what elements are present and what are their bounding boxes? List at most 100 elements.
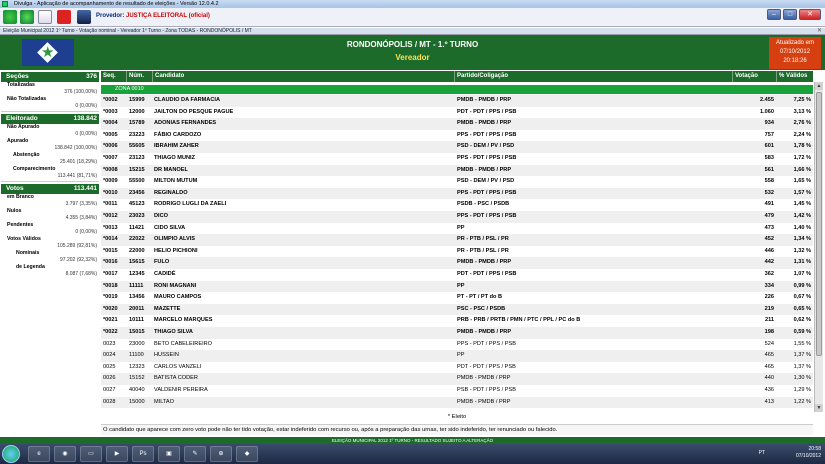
cell-seq: *0008: [103, 166, 118, 173]
cell-num: 15615: [129, 259, 145, 266]
table-row[interactable]: *0022 15015 THIAGO SILVA PMDB - PMDB / PRP 1…: [101, 327, 813, 339]
col-header-votacao[interactable]: Votação: [733, 71, 777, 82]
back-icon[interactable]: [3, 10, 17, 24]
cell-seq: 0026: [103, 375, 116, 382]
cell-candidato: VALDENIR PEREIRA: [154, 387, 208, 393]
nao-totalizadas-value: 0 (0,00%): [75, 103, 97, 109]
cell-candidato: RODRIGO LUGLI DA ZAELI: [154, 201, 227, 208]
table-row[interactable]: 0023 23000 BETO CABELEIREIRO PPS - PDT / PP…: [101, 338, 813, 351]
cell-votacao: 2.455: [760, 97, 774, 103]
totalizadas-label: Totalizadas: [7, 82, 35, 88]
table-row[interactable]: *0006 55605 IBRAHIM ZAHER PSD - DEM / PV / …: [101, 141, 813, 153]
pdf-icon[interactable]: [57, 10, 71, 24]
table-row[interactable]: *0005 23223 FÁBIO CARDOZO PPS - PDT / PPS /…: [101, 129, 813, 142]
elected-legend: * Eleito: [101, 412, 813, 422]
scroll-down-icon[interactable]: ▼: [815, 404, 823, 412]
table-row[interactable]: *0015 22000 HELIO PICHIONI PR - PTB / PSL /…: [101, 245, 813, 258]
table-row[interactable]: 0027 40040 VALDENIR PEREIRA PSB - PDT / PPS…: [101, 385, 813, 397]
cell-pct: 1,72 %: [793, 155, 811, 161]
cell-num: 13456: [129, 294, 145, 301]
app-window-icon[interactable]: ▣: [158, 446, 180, 462]
table-row[interactable]: *0008 15215 DR MANOEL PMDB - PMDB / PRP 561 1…: [101, 164, 813, 177]
photoshop-icon[interactable]: Ps: [132, 446, 154, 462]
cell-num: 11100: [129, 352, 144, 359]
firefox-icon[interactable]: ◉: [54, 446, 76, 462]
table-row[interactable]: *0019 13456 MAURO CAMPOS PT - PT / PT do B 2…: [101, 292, 813, 304]
table-row[interactable]: *0013 11421 CIDO SILVA PP 473 1,40 %: [101, 222, 813, 235]
table-row[interactable]: *0007 23123 THIAGO MUNIZ PPS - PDT / PPS / …: [101, 153, 813, 165]
tool-icon[interactable]: ✎: [184, 446, 206, 462]
language-indicator[interactable]: PT: [759, 450, 765, 456]
table-row[interactable]: *0016 15615 FULO PMDB - PMDB / PRP 442 1,31 %: [101, 257, 813, 269]
table-row[interactable]: *0014 22022 OLIMPIO ALVIS PR - PTB / PSL / …: [101, 234, 813, 246]
table-row[interactable]: 0028 15000 MILTAO PMDB - PMDB / PRP 413 1,22 …: [101, 396, 813, 409]
cell-pct: 0,67 %: [793, 294, 811, 301]
table-row[interactable]: 0025 12323 CARLOS VANZELI PDT - PDT / PPS /…: [101, 361, 813, 374]
divulga-app-icon[interactable]: ◆: [236, 446, 258, 462]
cell-votacao: 583: [764, 155, 774, 161]
col-header-pct[interactable]: % Válidos: [777, 71, 813, 82]
cell-pct: 2,24 %: [793, 131, 811, 138]
col-header-candidato[interactable]: Candidato: [153, 71, 455, 82]
cell-pct: 1,57 %: [793, 189, 811, 196]
cell-num: 22022: [129, 236, 145, 243]
totalizadas-value: 376 (100,00%): [64, 89, 97, 95]
cell-votacao: 1.060: [760, 108, 774, 115]
table-row[interactable]: 0026 15152 BATISTA CODER PMDB - PMDB / PRP 4…: [101, 373, 813, 385]
cell-pct: 1,22 %: [793, 398, 811, 405]
table-row[interactable]: 0024 11100 HUSSEIN PP 465 1,37 %: [101, 350, 813, 362]
cell-pct: 0,65 %: [793, 305, 811, 312]
cell-seq: *0022: [103, 329, 118, 335]
cell-candidato: HUSSEIN: [154, 352, 179, 359]
document-icon[interactable]: [38, 10, 52, 24]
col-header-partido[interactable]: Partido/Coligação: [455, 71, 733, 82]
table-row[interactable]: *0021 10111 MARCELO MARQUES PRB - PRB / PRT…: [101, 315, 813, 327]
cell-votacao: 219: [764, 305, 774, 312]
table-header: Seq. Núm. Candidato Partido/Coligação Vo…: [101, 71, 813, 82]
tab-active[interactable]: Eleição Municipal 2012 1º Turno - Votaçã…: [0, 28, 825, 35]
table-row[interactable]: *0012 23023 DICO PPS - PDT / PPS / PSB 479 1,…: [101, 211, 813, 223]
folder-icon[interactable]: ▭: [80, 446, 102, 462]
nao-apurado-value: 0 (0,00%): [75, 131, 97, 137]
cell-candidato: MILTAO: [154, 398, 174, 405]
network-app-icon[interactable]: ⊕: [210, 446, 232, 462]
explorer-icon[interactable]: e: [28, 446, 50, 462]
maximize-icon[interactable]: □: [783, 9, 797, 20]
cell-partido: PR - PTB / PSL / PR: [457, 247, 509, 254]
cell-num: 11421: [129, 224, 145, 231]
table-row[interactable]: *0020 20011 MAZETTE PSC - PSC / PSDB 219 0,65…: [101, 303, 813, 316]
refresh-icon[interactable]: [20, 10, 34, 24]
table-scrollbar[interactable]: ▲ ▼: [814, 82, 823, 412]
table-row[interactable]: *0011 45123 RODRIGO LUGLI DA ZAELI PSDB - P…: [101, 199, 813, 211]
start-button[interactable]: [2, 445, 20, 463]
de-legenda-value: 8.087 (7,68%): [65, 271, 97, 277]
table-row[interactable]: *0004 15789 ADONIAS FERNANDES PMDB - PMDB /…: [101, 118, 813, 130]
votos-header: Votos 113.441: [1, 184, 99, 194]
tab-close-icon[interactable]: ✕: [817, 28, 822, 35]
table-row[interactable]: *0010 23456 REGINALDO PPS - PDT / PPS / PSB…: [101, 187, 813, 200]
table-row[interactable]: *0002 15999 CLAUDIO DA FARMACIA PMDB - PMDB…: [101, 95, 813, 107]
cell-candidato: MILTON MUTUM: [154, 178, 198, 185]
table-row[interactable]: *0009 55500 MILTON MUTUM PSD - DEM / PV / P…: [101, 176, 813, 188]
cell-votacao: 558: [764, 178, 774, 185]
table-row[interactable]: *0003 12000 JAILTON DO PESQUE PAGUE PDT - P…: [101, 106, 813, 119]
cell-votacao: 334: [764, 282, 774, 289]
col-header-seq[interactable]: Seq.: [101, 71, 127, 82]
apurado-value: 138.842 (100,00%): [54, 145, 97, 151]
monitor-icon[interactable]: [77, 10, 91, 24]
media-icon[interactable]: ▶: [106, 446, 128, 462]
table-row[interactable]: *0017 12345 CADIDÉ PDT - PDT / PPS / PSB 362…: [101, 269, 813, 281]
close-icon[interactable]: ✕: [799, 9, 821, 20]
comparecimento-value: 113.441 (81,71%): [57, 173, 97, 179]
cell-candidato: ADONIAS FERNANDES: [154, 120, 217, 127]
scroll-thumb[interactable]: [816, 92, 822, 356]
cell-num: 55500: [129, 178, 145, 185]
system-clock[interactable]: 20:58 07/10/2012: [796, 446, 821, 460]
cell-candidato: HELIO PICHIONI: [154, 247, 198, 254]
minimize-icon[interactable]: –: [767, 9, 781, 20]
col-header-num[interactable]: Núm.: [127, 71, 153, 82]
table-row[interactable]: *0018 11111 RONI MAGNANI PP 334 0,99 %: [101, 280, 813, 293]
cell-seq: *0021: [103, 317, 118, 324]
scroll-up-icon[interactable]: ▲: [815, 82, 823, 90]
updated-date: 07/10/2012: [779, 49, 811, 55]
